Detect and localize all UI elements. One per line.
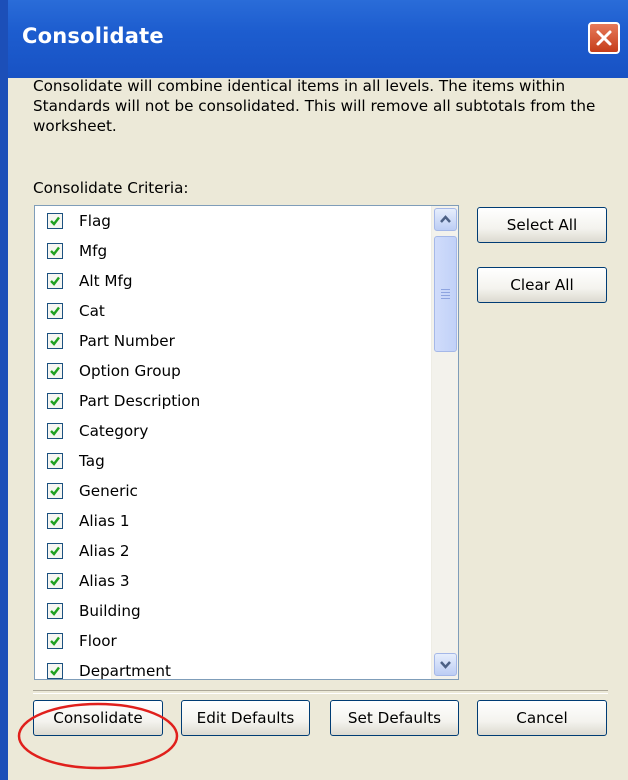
set-defaults-button[interactable]: Set Defaults <box>330 700 459 736</box>
criteria-checkbox[interactable] <box>47 663 63 679</box>
criteria-list-item[interactable]: Option Group <box>35 357 433 387</box>
checkmark-icon <box>50 546 60 556</box>
edit-defaults-label: Edit Defaults <box>196 709 295 727</box>
criteria-list-item[interactable]: Floor <box>35 627 433 657</box>
criteria-checkbox[interactable] <box>47 603 63 619</box>
criteria-list-item[interactable]: Building <box>35 597 433 627</box>
title-bar[interactable]: Consolidate <box>0 0 628 78</box>
criteria-list-item[interactable]: Alias 1 <box>35 507 433 537</box>
criteria-item-label: Category <box>79 422 149 440</box>
criteria-checkbox[interactable] <box>47 273 63 289</box>
footer-separator <box>33 690 608 694</box>
criteria-item-label: Part Description <box>79 392 201 410</box>
criteria-list-item[interactable]: Cat <box>35 297 433 327</box>
cancel-label: Cancel <box>516 709 568 727</box>
criteria-list-item[interactable]: Alias 2 <box>35 537 433 567</box>
criteria-item-label: Cat <box>79 302 105 320</box>
criteria-label: Consolidate Criteria: <box>33 179 189 197</box>
checkmark-icon <box>50 426 60 436</box>
scroll-down-button[interactable] <box>434 653 457 676</box>
clear-all-label: Clear All <box>510 276 574 294</box>
scroll-up-button[interactable] <box>434 208 457 231</box>
dialog-title: Consolidate <box>22 24 164 48</box>
criteria-list-item[interactable]: Department <box>35 657 433 680</box>
criteria-item-label: Alias 2 <box>79 542 130 560</box>
checkmark-icon <box>50 636 60 646</box>
chevron-down-icon <box>440 661 451 669</box>
cancel-button[interactable]: Cancel <box>477 700 607 736</box>
criteria-checkbox[interactable] <box>47 543 63 559</box>
criteria-checkbox[interactable] <box>47 213 63 229</box>
description-text: Consolidate will combine identical items… <box>33 77 596 135</box>
chevron-up-icon <box>440 215 451 223</box>
criteria-listbox[interactable]: Flag Mfg Alt Mfg Cat Part Number Option Group… <box>34 205 459 680</box>
select-all-button[interactable]: Select All <box>477 207 607 243</box>
criteria-checkbox[interactable] <box>47 363 63 379</box>
criteria-list-item[interactable]: Tag <box>35 447 433 477</box>
criteria-list-item[interactable]: Flag <box>35 207 433 237</box>
criteria-item-label: Flag <box>79 212 111 230</box>
criteria-item-label: Building <box>79 602 141 620</box>
criteria-checkbox[interactable] <box>47 573 63 589</box>
grip-line <box>441 298 450 299</box>
criteria-list-item[interactable]: Alias 3 <box>35 567 433 597</box>
grip-line <box>441 292 450 293</box>
checkmark-icon <box>50 486 60 496</box>
criteria-list-item[interactable]: Part Number <box>35 327 433 357</box>
criteria-item-label: Alt Mfg <box>79 272 133 290</box>
criteria-checkbox[interactable] <box>47 333 63 349</box>
checkmark-icon <box>50 216 60 226</box>
grip-line <box>441 289 450 290</box>
close-button[interactable] <box>588 22 620 54</box>
consolidate-label: Consolidate <box>53 709 143 727</box>
criteria-list-item[interactable]: Alt Mfg <box>35 267 433 297</box>
criteria-checkbox[interactable] <box>47 303 63 319</box>
consolidate-dialog: Consolidate Consolidate will combine ide… <box>0 0 628 780</box>
select-all-label: Select All <box>506 216 578 234</box>
criteria-item-label: Department <box>79 662 171 680</box>
criteria-checkbox[interactable] <box>47 633 63 649</box>
checkmark-icon <box>50 306 60 316</box>
checkmark-icon <box>50 606 60 616</box>
criteria-list-item[interactable]: Category <box>35 417 433 447</box>
checkmark-icon <box>50 396 60 406</box>
criteria-list-item[interactable]: Part Description <box>35 387 433 417</box>
checkmark-icon <box>50 276 60 286</box>
clear-all-button[interactable]: Clear All <box>477 267 607 303</box>
checkmark-icon <box>50 246 60 256</box>
checkmark-icon <box>50 366 60 376</box>
checkmark-icon <box>50 336 60 346</box>
criteria-item-label: Part Number <box>79 332 175 350</box>
criteria-item-label: Alias 1 <box>79 512 130 530</box>
close-icon <box>596 30 612 46</box>
scroll-thumb[interactable] <box>434 236 457 352</box>
checkmark-icon <box>50 456 60 466</box>
criteria-list-item[interactable]: Generic <box>35 477 433 507</box>
criteria-checkbox[interactable] <box>47 513 63 529</box>
criteria-item-label: Tag <box>79 452 105 470</box>
grip-line <box>441 295 450 296</box>
criteria-checkbox[interactable] <box>47 423 63 439</box>
criteria-item-label: Mfg <box>79 242 108 260</box>
vertical-scrollbar[interactable] <box>431 206 458 679</box>
criteria-checkbox[interactable] <box>47 483 63 499</box>
criteria-item-label: Generic <box>79 482 138 500</box>
criteria-item-label: Floor <box>79 632 117 650</box>
criteria-checkbox[interactable] <box>47 393 63 409</box>
criteria-checkbox[interactable] <box>47 243 63 259</box>
criteria-item-label: Option Group <box>79 362 181 380</box>
criteria-item-label: Alias 3 <box>79 572 130 590</box>
checkmark-icon <box>50 576 60 586</box>
consolidate-button[interactable]: Consolidate <box>33 700 163 736</box>
criteria-checkbox[interactable] <box>47 453 63 469</box>
criteria-list-item[interactable]: Mfg <box>35 237 433 267</box>
window-frame-left <box>0 0 8 780</box>
checkmark-icon <box>50 516 60 526</box>
checkmark-icon <box>50 666 60 676</box>
set-defaults-label: Set Defaults <box>347 709 442 727</box>
edit-defaults-button[interactable]: Edit Defaults <box>181 700 310 736</box>
